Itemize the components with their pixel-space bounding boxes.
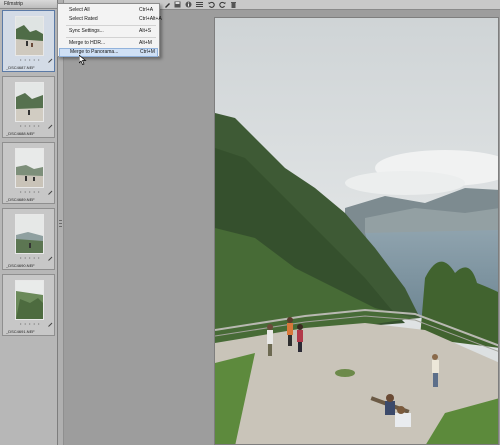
rotate-left-icon[interactable] [208,1,215,8]
menu-item-sync-settings[interactable]: Sync Settings... Alt+S [59,27,158,36]
list-icon[interactable] [196,1,203,8]
thumbnail-image [15,82,44,122]
menu-item-shortcut: Alt+S [139,28,152,34]
menu-item-shortcut: Ctrl+M [140,49,155,55]
thumbnail-image [15,16,44,56]
menu-item-select-rated[interactable]: Select Rated Ctrl+Alt+A [59,15,162,24]
menu-item-merge-to-panorama[interactable]: Merge to Panorama... Ctrl+M [59,48,158,57]
rotate-right-icon[interactable] [219,1,226,8]
edited-icon [44,55,53,63]
filmstrip-thumbnail[interactable]: • • • • • _DSC4689.NEF [2,142,55,204]
thumbnail-filename: _DSC4687.NEF [6,65,35,70]
menu-separator [66,37,156,38]
rating-stars[interactable]: • • • • • [20,189,40,194]
edited-icon [44,319,53,327]
filmstrip-panel: Filmstrip • • • • • _DSC4687.NEF • • • •… [0,0,58,445]
info-icon[interactable] [185,1,192,8]
edited-icon [44,121,53,129]
menu-item-label: Merge to Panorama... [70,49,119,55]
thumbnail-filename: _DSC4688.NEF [6,131,35,136]
brush-icon[interactable] [164,1,171,8]
rating-stars[interactable]: • • • • • [20,123,40,128]
filmstrip-thumbnail[interactable]: • • • • • _DSC4687.NEF [2,10,55,72]
app-window: Filmstrip • • • • • _DSC4687.NEF • • • •… [0,0,500,445]
menu-item-select-all[interactable]: Select All Ctrl+A [59,6,158,15]
mouse-cursor-icon [78,52,87,65]
save-icon[interactable] [174,1,181,8]
menu-item-label: Select All [69,7,90,13]
filmstrip-thumbnail[interactable]: • • • • • _DSC4688.NEF [2,76,55,138]
thumbnail-filename: _DSC4689.NEF [6,197,35,202]
menu-item-shortcut: Ctrl+A [139,7,154,13]
thumbnail-image [15,148,44,188]
menu-separator [66,25,156,26]
edited-icon [44,253,53,261]
trash-icon[interactable] [230,1,237,8]
menu-item-label: Merge to HDR... [69,40,106,46]
rating-stars[interactable]: • • • • • [20,321,40,326]
thumbnail-image [15,214,44,254]
thumbnail-image [15,280,44,320]
filmstrip-thumbnail[interactable]: • • • • • _DSC4691.NEF [2,274,55,336]
rating-stars[interactable]: • • • • • [20,255,40,260]
edit-context-menu: Select All Ctrl+A Select Rated Ctrl+Alt+… [57,3,162,57]
grip-icon [59,220,62,228]
filmstrip-title: Filmstrip [0,0,57,9]
menu-item-label: Sync Settings... [69,28,104,34]
menu-item-shortcut: Alt+M [139,40,152,46]
thumbnail-filename: _DSC4691.NEF [6,329,35,334]
rating-stars[interactable]: • • • • • [20,57,40,62]
menu-item-shortcut: Ctrl+Alt+A [139,16,162,22]
menu-item-label: Select Rated [69,16,98,22]
menu-item-merge-to-hdr[interactable]: Merge to HDR... Alt+M [59,39,158,48]
edited-icon [44,187,53,195]
thumbnail-filename: _DSC4690.NEF [6,263,35,268]
filmstrip-thumbnail[interactable]: • • • • • _DSC4690.NEF [2,208,55,270]
main-photo [214,17,499,445]
